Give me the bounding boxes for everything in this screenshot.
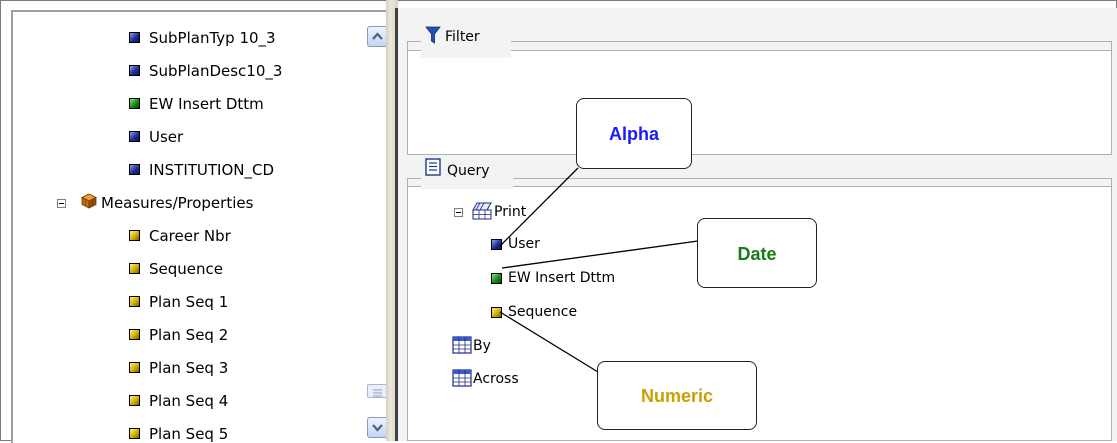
date-callout: Date (697, 218, 817, 288)
numeric-leader-line (499, 311, 599, 373)
numeric-callout: Numeric (597, 361, 757, 430)
numeric-callout-label: Numeric (640, 386, 714, 406)
callout-leader-lines (499, 167, 699, 373)
alpha-callout-label: Alpha (608, 124, 659, 144)
date-callout-label: Date (737, 244, 777, 264)
date-leader-line (501, 240, 699, 269)
alpha-leader-line (499, 167, 579, 247)
alpha-callout: Alpha (576, 98, 692, 169)
